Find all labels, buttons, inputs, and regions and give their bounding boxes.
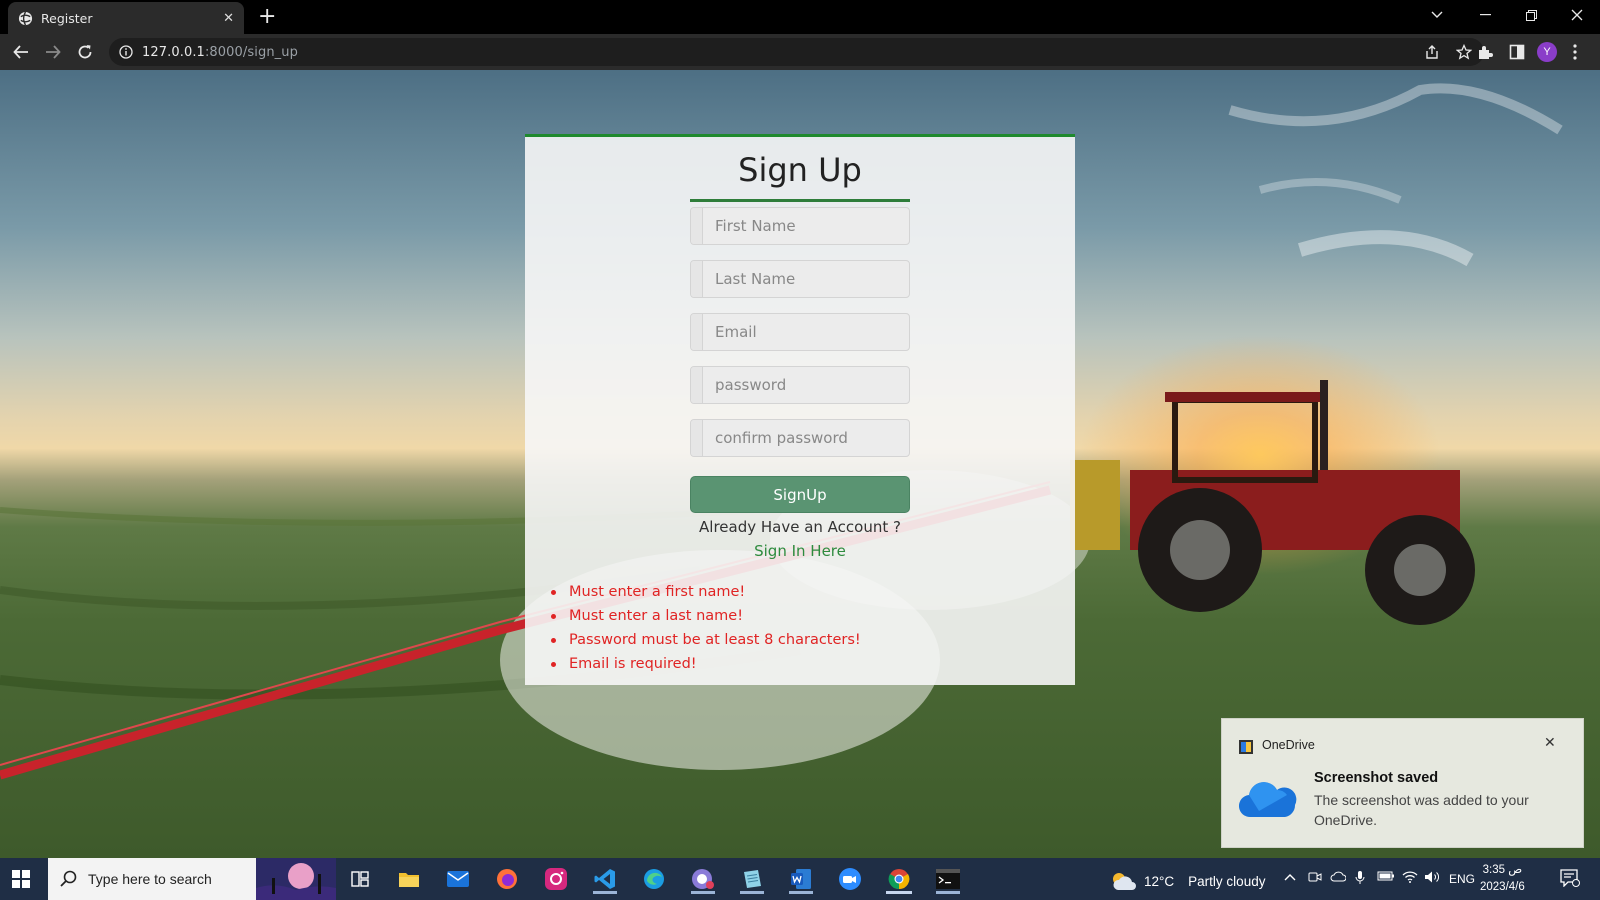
notification-app-name: OneDrive	[1262, 738, 1315, 752]
account-prompt: Already Have an Account ?	[699, 518, 901, 536]
taskbar-search-box[interactable]: Type here to search	[48, 858, 336, 900]
page-title: Sign Up	[738, 151, 862, 189]
chrome-icon[interactable]	[884, 864, 914, 894]
running-indicator	[740, 891, 764, 894]
last-name-input[interactable]	[703, 261, 909, 297]
input-addon	[691, 208, 703, 244]
task-view-icon[interactable]	[345, 864, 375, 894]
minimize-icon[interactable]	[1462, 0, 1508, 30]
extensions-icon[interactable]	[1474, 41, 1496, 63]
notepad-icon[interactable]	[737, 864, 767, 894]
meet-now-icon[interactable]	[1308, 870, 1322, 887]
bookmark-star-icon[interactable]	[1456, 44, 1472, 60]
close-tab-icon[interactable]: ✕	[223, 11, 234, 26]
search-highlight-icon	[256, 858, 336, 900]
signup-button[interactable]: SignUp	[690, 476, 910, 513]
password-input[interactable]	[703, 367, 909, 403]
email-input[interactable]	[703, 314, 909, 350]
file-explorer-icon[interactable]	[394, 864, 424, 894]
terminal-icon[interactable]	[933, 864, 963, 894]
error-message: Must enter a first name!	[551, 580, 861, 604]
profile-initial: Y	[1537, 42, 1557, 62]
sign-in-link[interactable]: Sign In Here	[525, 542, 1075, 560]
weather-widget[interactable]: 12°C Partly cloudy	[1110, 870, 1265, 892]
back-icon[interactable]	[10, 41, 32, 63]
title-underline	[690, 199, 910, 202]
battery-icon[interactable]	[1377, 870, 1395, 885]
error-message: Email is required!	[551, 652, 861, 676]
windows-taskbar: Type here to search 12°C Partly cloudy E…	[0, 858, 1600, 900]
browser-menu-icon[interactable]	[1564, 41, 1586, 63]
mail-icon[interactable]	[443, 864, 473, 894]
restore-icon[interactable]	[1508, 0, 1554, 30]
browser-tab-bar: Register ✕ +	[0, 0, 1600, 34]
weather-description: Partly cloudy	[1188, 873, 1266, 889]
onedrive-tray-icon[interactable]	[1330, 870, 1347, 885]
input-addon	[691, 367, 703, 403]
side-panel-icon[interactable]	[1506, 41, 1528, 63]
clock-date: 2023/4/6	[1480, 881, 1525, 893]
system-clock[interactable]: 3:35 ص 2023/4/6	[1480, 862, 1525, 896]
email-field	[690, 313, 910, 351]
running-indicator	[936, 891, 960, 894]
close-notification-icon[interactable]: ✕	[1544, 735, 1556, 751]
error-message: Password must be at least 8 characters!	[551, 628, 861, 652]
globe-icon	[18, 11, 33, 25]
onedrive-cloud-icon	[1239, 782, 1297, 818]
wifi-icon[interactable]	[1402, 870, 1418, 886]
language-indicator[interactable]: ENG	[1449, 872, 1475, 886]
clock-time: 3:35 ص	[1482, 864, 1523, 876]
error-list: Must enter a first name! Must enter a la…	[551, 580, 861, 676]
close-window-icon[interactable]	[1554, 0, 1600, 30]
first-name-input[interactable]	[703, 208, 909, 244]
show-hidden-icons-icon[interactable]	[1284, 870, 1296, 884]
volume-icon[interactable]	[1424, 870, 1440, 887]
edge-icon[interactable]	[639, 864, 669, 894]
input-addon	[691, 420, 703, 456]
instagram-icon[interactable]	[541, 864, 571, 894]
signup-card: Sign Up SignUp Already Have an Account ?…	[525, 134, 1075, 685]
search-placeholder: Type here to search	[88, 871, 212, 887]
microphone-icon[interactable]	[1355, 870, 1365, 888]
confirm-password-input[interactable]	[703, 420, 909, 456]
reload-icon[interactable]	[74, 41, 96, 63]
notification-center-icon[interactable]	[1560, 869, 1580, 890]
error-message: Must enter a last name!	[551, 604, 861, 628]
active-indicator	[886, 891, 912, 894]
running-indicator	[691, 891, 715, 894]
last-name-field	[690, 260, 910, 298]
notification-body: The screenshot was added to your OneDriv…	[1314, 792, 1529, 828]
input-addon	[691, 314, 703, 350]
word-icon[interactable]	[786, 864, 816, 894]
browser-toolbar: 127.0.0.1:8000/sign_up Y	[0, 34, 1600, 70]
site-info-icon[interactable]	[119, 45, 133, 59]
onedrive-notification[interactable]: OneDrive ✕ Screenshot saved The screensh…	[1221, 718, 1584, 848]
running-indicator	[789, 891, 813, 894]
onedrive-app-icon	[1239, 740, 1253, 754]
notification-title: Screenshot saved	[1314, 770, 1439, 786]
search-icon	[60, 870, 77, 887]
share-icon[interactable]	[1424, 44, 1440, 60]
game-bar-icon[interactable]	[688, 864, 718, 894]
browser-tab[interactable]: Register ✕	[8, 2, 244, 34]
password-field	[690, 366, 910, 404]
running-indicator	[593, 891, 617, 894]
confirm-password-field	[690, 419, 910, 457]
first-name-field	[690, 207, 910, 245]
tab-title: Register	[41, 10, 93, 26]
windows-start-icon[interactable]	[12, 870, 30, 888]
url-text: 127.0.0.1:8000/sign_up	[142, 44, 298, 60]
address-bar[interactable]: 127.0.0.1:8000/sign_up	[109, 38, 1484, 66]
partly-cloudy-icon	[1113, 873, 1136, 890]
firefox-icon[interactable]	[492, 864, 522, 894]
vscode-icon[interactable]	[590, 864, 620, 894]
zoom-icon[interactable]	[835, 864, 865, 894]
new-tab-icon[interactable]: +	[258, 4, 276, 30]
tab-search-icon[interactable]	[1414, 0, 1460, 30]
forward-icon[interactable]	[42, 41, 64, 63]
input-addon	[691, 261, 703, 297]
weather-temperature: 12°C	[1144, 873, 1175, 889]
profile-avatar[interactable]: Y	[1536, 41, 1558, 63]
